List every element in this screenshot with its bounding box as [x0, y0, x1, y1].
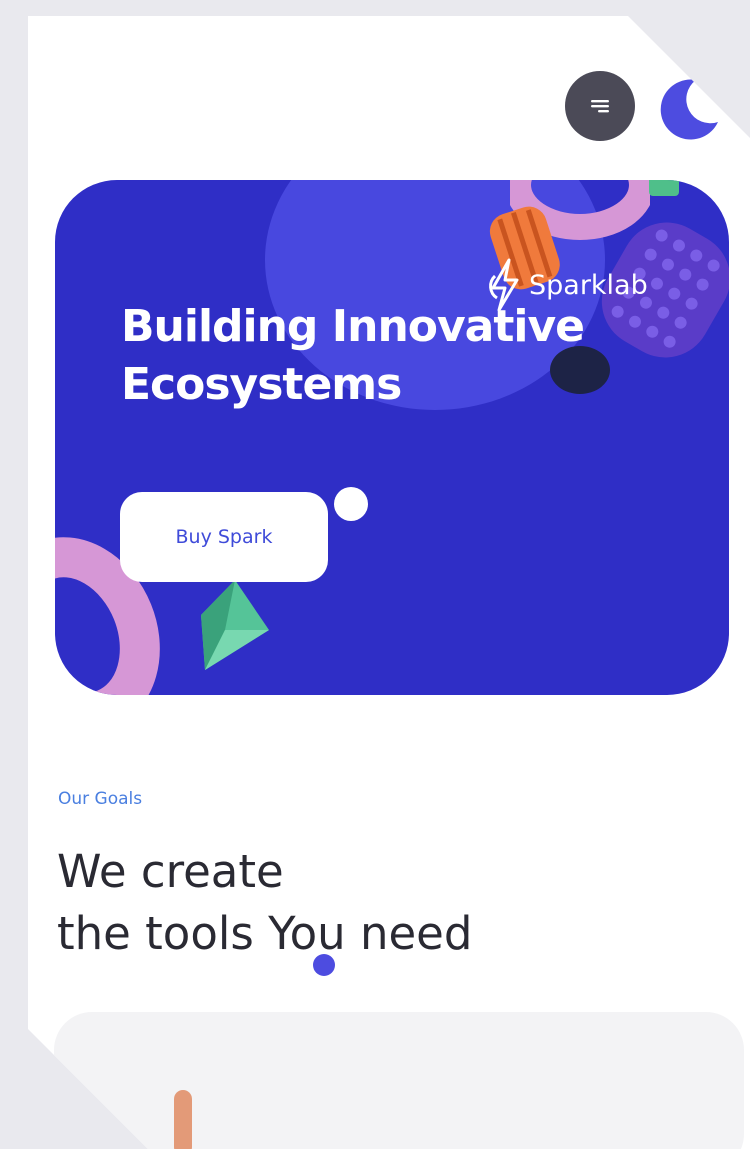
- hero-title-line2: Ecosystems: [121, 359, 402, 410]
- green-shape-top: [649, 180, 679, 196]
- section-title-line1: We create: [57, 845, 284, 898]
- hamburger-icon: [591, 100, 609, 113]
- brand-name: Sparklab: [529, 269, 648, 301]
- hero-title-line1: Building Innovative: [121, 301, 585, 352]
- cursor-dot: [313, 954, 335, 976]
- section-eyebrow: Our Goals: [58, 789, 143, 809]
- hero-title: Building Innovative Ecosystems: [121, 298, 681, 414]
- decorative-dot: [334, 487, 368, 521]
- feature-card: [54, 1012, 744, 1149]
- hand-illustration: [174, 1090, 192, 1149]
- menu-button[interactable]: [565, 71, 635, 141]
- hero-banner: Sparklab Building Innovative Ecosystems …: [55, 180, 729, 695]
- mobile-page: Sparklab Building Innovative Ecosystems …: [28, 16, 750, 1149]
- buy-spark-button[interactable]: Buy Spark: [120, 492, 328, 582]
- green-crystal: [201, 580, 269, 670]
- section-title: We create the tools You need: [57, 841, 472, 965]
- section-title-line2: the tools You need: [57, 907, 473, 960]
